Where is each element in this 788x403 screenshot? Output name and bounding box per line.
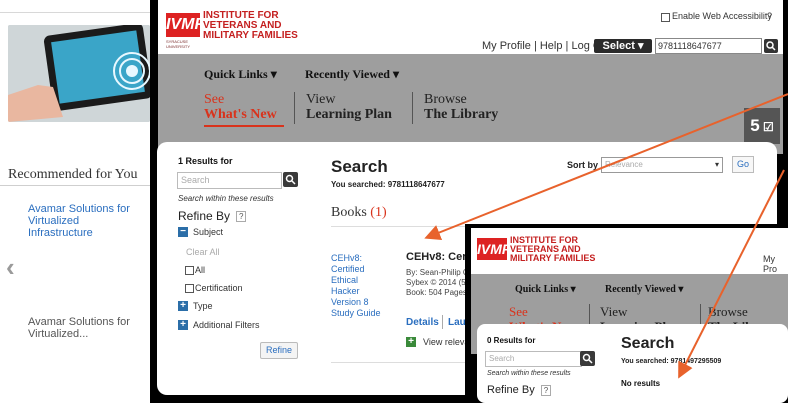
annotation-arrows xyxy=(424,93,788,379)
arrow-to-second-search xyxy=(678,169,785,379)
arrow-to-first-result xyxy=(424,93,788,241)
